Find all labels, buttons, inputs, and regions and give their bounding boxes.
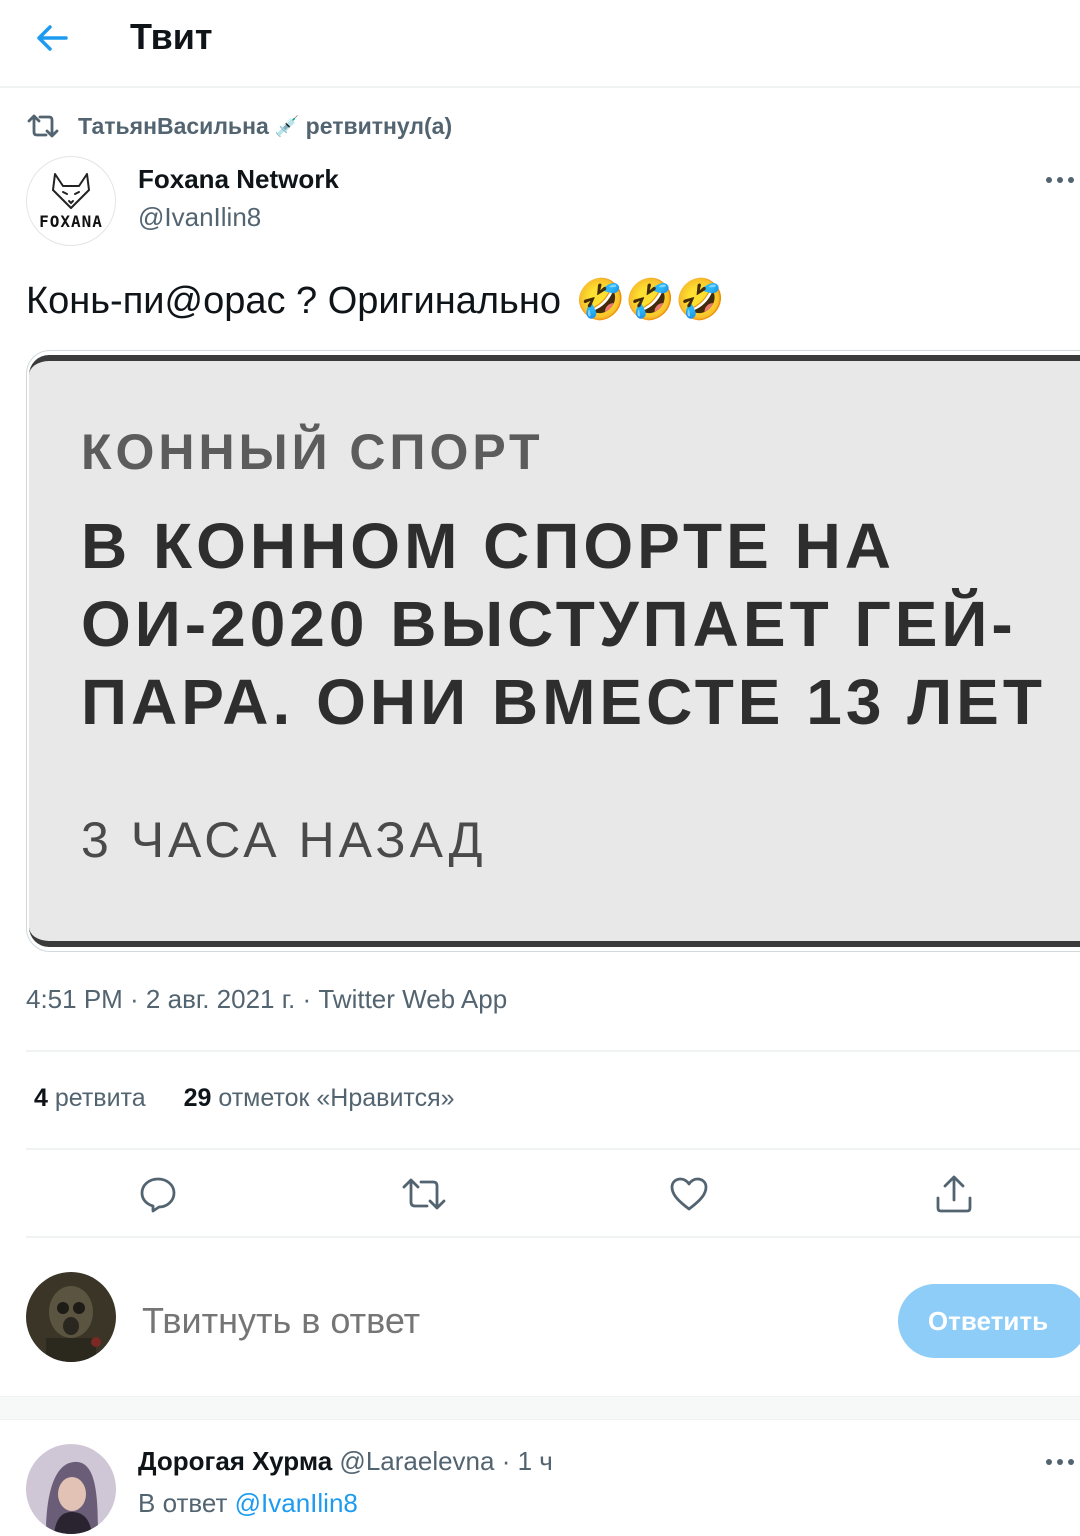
avatar-logo-text: FOXANA (39, 211, 103, 231)
more-options-button[interactable] (1040, 160, 1080, 200)
retweets-stat[interactable]: 4 ретвита (34, 1084, 146, 1113)
reply-submit-button[interactable]: Ответить (898, 1284, 1080, 1358)
likes-count: 29 (183, 1084, 212, 1112)
tweet-body: Конь-пи@орас ? Оригинально (26, 280, 561, 322)
retweeter-name[interactable]: ТатьянВасильна (78, 113, 269, 140)
reply-button[interactable] (132, 1168, 184, 1220)
retweet-button[interactable] (398, 1168, 450, 1220)
reply-icon (140, 1177, 176, 1213)
syringe-emoji: 💉 (274, 115, 300, 138)
user-avatar[interactable] (26, 1272, 116, 1362)
tweet-timestamp[interactable]: 4:51 PM · 2 авг. 2021 г. · Twitter Web A… (26, 984, 507, 1015)
more-icon (1046, 1459, 1074, 1465)
woman-avatar-icon (26, 1444, 116, 1534)
share-icon (936, 1175, 972, 1213)
tweet-stats: 4 ретвита 29 отметок «Нравится» (34, 1084, 493, 1113)
tweet-media[interactable]: КОННЫЙ СПОРТ В КОННОМ СПОРТЕ НА ОИ-2020 … (26, 350, 1080, 952)
media-screenshot: КОННЫЙ СПОРТ В КОННОМ СПОРТЕ НА ОИ-2020 … (29, 355, 1080, 947)
heart-icon (670, 1177, 708, 1211)
reply-author-name[interactable]: Дорогая Хурма (138, 1446, 332, 1476)
author-avatar[interactable]: FOXANA (26, 156, 116, 246)
retweet-icon (402, 1178, 446, 1210)
likes-stat[interactable]: 29 отметок «Нравится» (184, 1084, 455, 1113)
reply-author-handle[interactable]: @Laraelevna (339, 1446, 494, 1476)
tweet-text: Конь-пи@орас ? Оригинально 🤣🤣🤣 (26, 276, 725, 323)
laughing-emoji: 🤣🤣🤣 (575, 278, 725, 322)
divider (26, 1148, 1080, 1150)
reply-time[interactable]: · 1 ч (502, 1446, 553, 1476)
retweeted-by: ТатьянВасильна 💉 ретвитнул(а) (26, 110, 452, 142)
like-button[interactable] (663, 1168, 715, 1220)
reply-more-button[interactable] (1040, 1442, 1080, 1482)
gas-mask-avatar-icon (26, 1272, 116, 1362)
fox-logo-icon (52, 172, 90, 209)
reply-to-mention[interactable]: @IvanIlin8 (235, 1488, 358, 1518)
likes-label: отметок «Нравится» (218, 1084, 455, 1112)
retweet-icon (27, 114, 59, 138)
media-time: 3 ЧАСА НАЗАД (81, 812, 487, 868)
author-handle[interactable]: @IvanIlin8 (138, 202, 261, 233)
more-icon (1046, 177, 1074, 183)
arrow-left-icon (37, 25, 68, 51)
media-headline: В КОННОМ СПОРТЕ НА ОИ-2020 ВЫСТУПАЕТ ГЕЙ… (81, 510, 1046, 738)
share-button[interactable] (928, 1168, 980, 1220)
top-bar: Твит (0, 0, 1080, 88)
retweet-suffix: ретвитнул(а) (305, 112, 453, 139)
reply-avatar[interactable] (26, 1444, 116, 1534)
replying-to: В ответ @IvanIlin8 (138, 1488, 358, 1519)
section-separator (0, 1396, 1080, 1420)
divider (26, 1050, 1080, 1052)
reply-input[interactable] (142, 1296, 862, 1346)
retweets-label: ретвита (54, 1084, 146, 1112)
reply-to-prefix: В ответ (138, 1488, 228, 1518)
back-button[interactable] (30, 18, 74, 58)
reply-header: Дорогая Хурма @Laraelevna · 1 ч (138, 1446, 553, 1477)
author-name[interactable]: Foxana Network (138, 164, 339, 195)
divider (26, 1236, 1080, 1238)
media-category: КОННЫЙ СПОРТ (81, 424, 544, 480)
page-title: Твит (130, 16, 213, 57)
retweets-count: 4 (34, 1084, 48, 1112)
